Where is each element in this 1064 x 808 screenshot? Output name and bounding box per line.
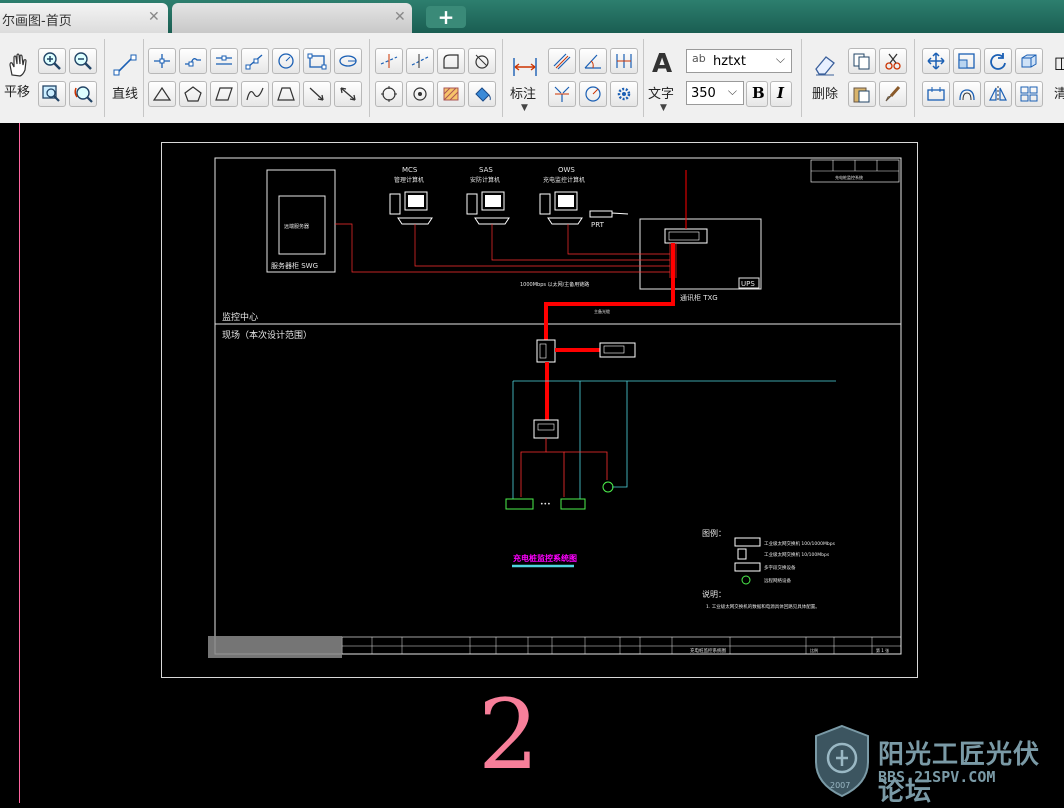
notes-item-1: 1. 工业级太网交换机的数据和电源具体回路见具体配置。: [706, 603, 820, 610]
printer-label: PRT: [591, 221, 605, 229]
title-block-sheet: 第 1 张: [876, 647, 889, 653]
field-label: 现场（本次设计范围）: [222, 329, 312, 341]
diagram-title: 充电桩监控系统图: [513, 553, 577, 563]
fiber-label: 主备光缆: [594, 308, 610, 314]
legend-icon-2: [737, 548, 747, 560]
legend-title: 图例：: [702, 528, 726, 538]
server-cabinet-label: 服务器柜 SWG: [271, 261, 318, 270]
field-device: [599, 342, 636, 358]
redacted-area: [208, 636, 342, 658]
page-number: 2: [478, 679, 540, 791]
core-switch: [664, 228, 708, 244]
watermark-url: BBS.21SPV.COM: [878, 768, 996, 786]
control-center-label: 监控中心: [222, 311, 258, 323]
ups-label: UPS: [741, 280, 755, 288]
mcs-sub-label: 管理计算机: [394, 176, 424, 184]
legend-item-4: 远程网络设备: [764, 577, 791, 584]
title-block-drawing-name: 充电桩监控系统图: [690, 647, 726, 654]
charger-device-2: [560, 498, 586, 510]
trunk-line: [544, 243, 675, 340]
remote-device: [602, 481, 614, 493]
title-block: 充电桩监控系统图 比例 第 1 张: [341, 636, 902, 655]
field-switch-2: [533, 419, 559, 439]
mcs-label: MCS: [402, 166, 418, 174]
top-title-label: 充电桩监控系统: [835, 174, 863, 180]
shield-logo-icon: 2007: [815, 724, 869, 798]
ows-sub-label: 充电监控计算机: [543, 176, 585, 184]
svg-text:•••: •••: [540, 501, 551, 508]
notes-title: 说明：: [702, 589, 726, 599]
forum-watermark: 2007 阳光工匠光伏论坛 BBS.21SPV.COM: [812, 722, 1062, 807]
legend-item-2: 工业级太网交换机 10/100Mbps: [764, 551, 830, 558]
title-block-ratio: 比例: [810, 647, 818, 653]
network-label: 1000Mbps 以太网/主备用链路: [520, 281, 589, 288]
charger-device-1: [505, 498, 534, 510]
legend-icon-3: [734, 562, 761, 572]
drawing-frame: [214, 157, 902, 655]
legend-icon-1: [734, 537, 761, 547]
sas-workstation: SAS 安防计算机: [466, 166, 510, 225]
legend-icon-4: [741, 575, 751, 585]
ows-workstation: OWS 充电监控计算机: [539, 166, 585, 225]
server-inner-label: 远端服务器: [284, 223, 309, 230]
sas-sub-label: 安防计算机: [470, 176, 500, 184]
comm-cabinet-label: 通讯柜 TXG: [680, 293, 718, 302]
legend-item-1: 工业级太网交换机 100/1000Mbps: [764, 540, 836, 547]
printer: PRT: [589, 210, 629, 229]
sas-label: SAS: [479, 166, 493, 174]
mcs-workstation: MCS 管理计算机: [389, 166, 433, 225]
legend-item-3: 多字段交换设备: [764, 564, 796, 571]
watermark-year: 2007: [830, 781, 850, 790]
ows-label: OWS: [558, 166, 575, 174]
